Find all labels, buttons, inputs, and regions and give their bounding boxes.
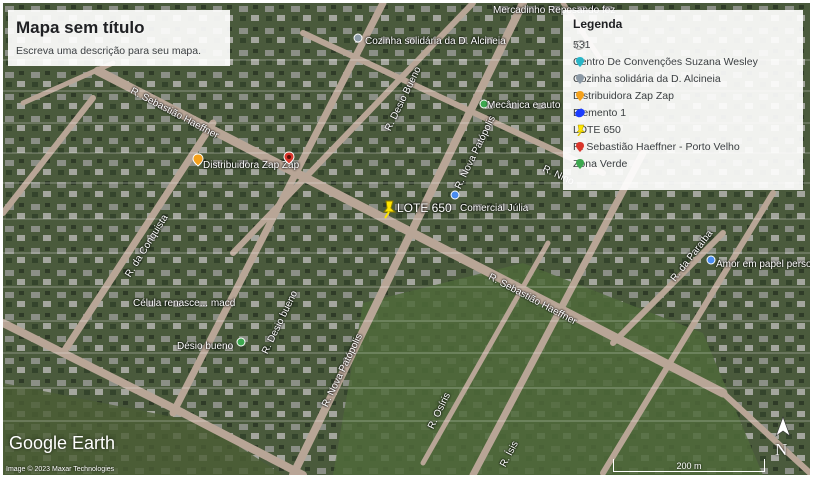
- legend-item-label: Distribuidora Zap Zap: [573, 90, 674, 102]
- place-label-amor[interactable]: Amor em papel personalizado: [716, 259, 810, 270]
- legend-title: Legenda: [573, 17, 623, 31]
- map-description[interactable]: Escreva uma descrição para seu mapa.: [16, 45, 201, 57]
- legend-item[interactable]: LOTE 650: [573, 124, 621, 136]
- yellow-pushpin-icon: [576, 124, 586, 136]
- legend-item-label: Cozinha solidária da D. Alcineia: [573, 73, 721, 85]
- green-pin-icon[interactable]: [236, 337, 246, 349]
- legend-item[interactable]: 531: [573, 39, 591, 51]
- blue-polygon-icon: [575, 108, 585, 118]
- blue-pin-icon[interactable]: [450, 190, 460, 202]
- legend-item[interactable]: R. Sebastião Haeffner - Porto Velho: [573, 141, 740, 153]
- lote-650-label[interactable]: LOTE 650: [397, 201, 452, 215]
- cyan-pin-icon: [576, 57, 584, 67]
- scale-bar: 200 m: [613, 459, 765, 472]
- place-label-celula[interactable]: Célula renasce... macd: [133, 298, 235, 309]
- legend-item-label: R. Sebastião Haeffner - Porto Velho: [573, 141, 740, 153]
- place-label-cozinha[interactable]: Cozinha solidária da D. Alcineia: [365, 36, 506, 47]
- place-label-comercial[interactable]: Comercial Júlia: [460, 203, 528, 214]
- north-arrow-icon: [775, 416, 791, 437]
- blue-pin-icon[interactable]: [706, 255, 716, 267]
- legend-item[interactable]: Zona Verde: [573, 158, 627, 170]
- google-earth-logo: Google Earth: [9, 433, 116, 453]
- place-label-mecanica[interactable]: Mecânica e auto: [487, 100, 560, 111]
- north-label: N: [775, 440, 788, 459]
- legend-item[interactable]: Elemento 1: [573, 107, 626, 119]
- legend-item[interactable]: Centro De Convenções Suzana Wesley: [573, 56, 758, 68]
- place-label-desio[interactable]: Désio bueno: [177, 341, 233, 352]
- scale-label: 200 m: [676, 461, 702, 471]
- map-title-card[interactable]: Mapa sem título Escreva uma descrição pa…: [8, 10, 230, 66]
- legend-item-label: Centro De Convenções Suzana Wesley: [573, 56, 758, 68]
- legend-panel: Legenda 531 Centro De Convenções Suzana …: [563, 10, 803, 190]
- imagery-copyright: Image © 2023 Maxar Technologies: [6, 466, 115, 473]
- legend-item[interactable]: Cozinha solidária da D. Alcineia: [573, 73, 721, 85]
- orange-pin-icon: [576, 91, 584, 101]
- map-title[interactable]: Mapa sem título: [16, 18, 144, 38]
- legend-item[interactable]: Distribuidora Zap Zap: [573, 90, 674, 102]
- gray-pin-icon: [576, 74, 584, 84]
- gray-pin-icon[interactable]: [353, 33, 363, 45]
- red-pin-icon[interactable]: [283, 151, 295, 165]
- map-viewport[interactable]: Mercadinho Reposando fez Cozinha solidár…: [3, 3, 810, 475]
- polygon-outline-icon: [574, 40, 586, 50]
- yellow-pushpin-icon[interactable]: [381, 199, 397, 219]
- red-pin-icon: [576, 142, 584, 152]
- north-arrow[interactable]: N: [772, 416, 794, 464]
- green-pin-icon: [576, 159, 584, 169]
